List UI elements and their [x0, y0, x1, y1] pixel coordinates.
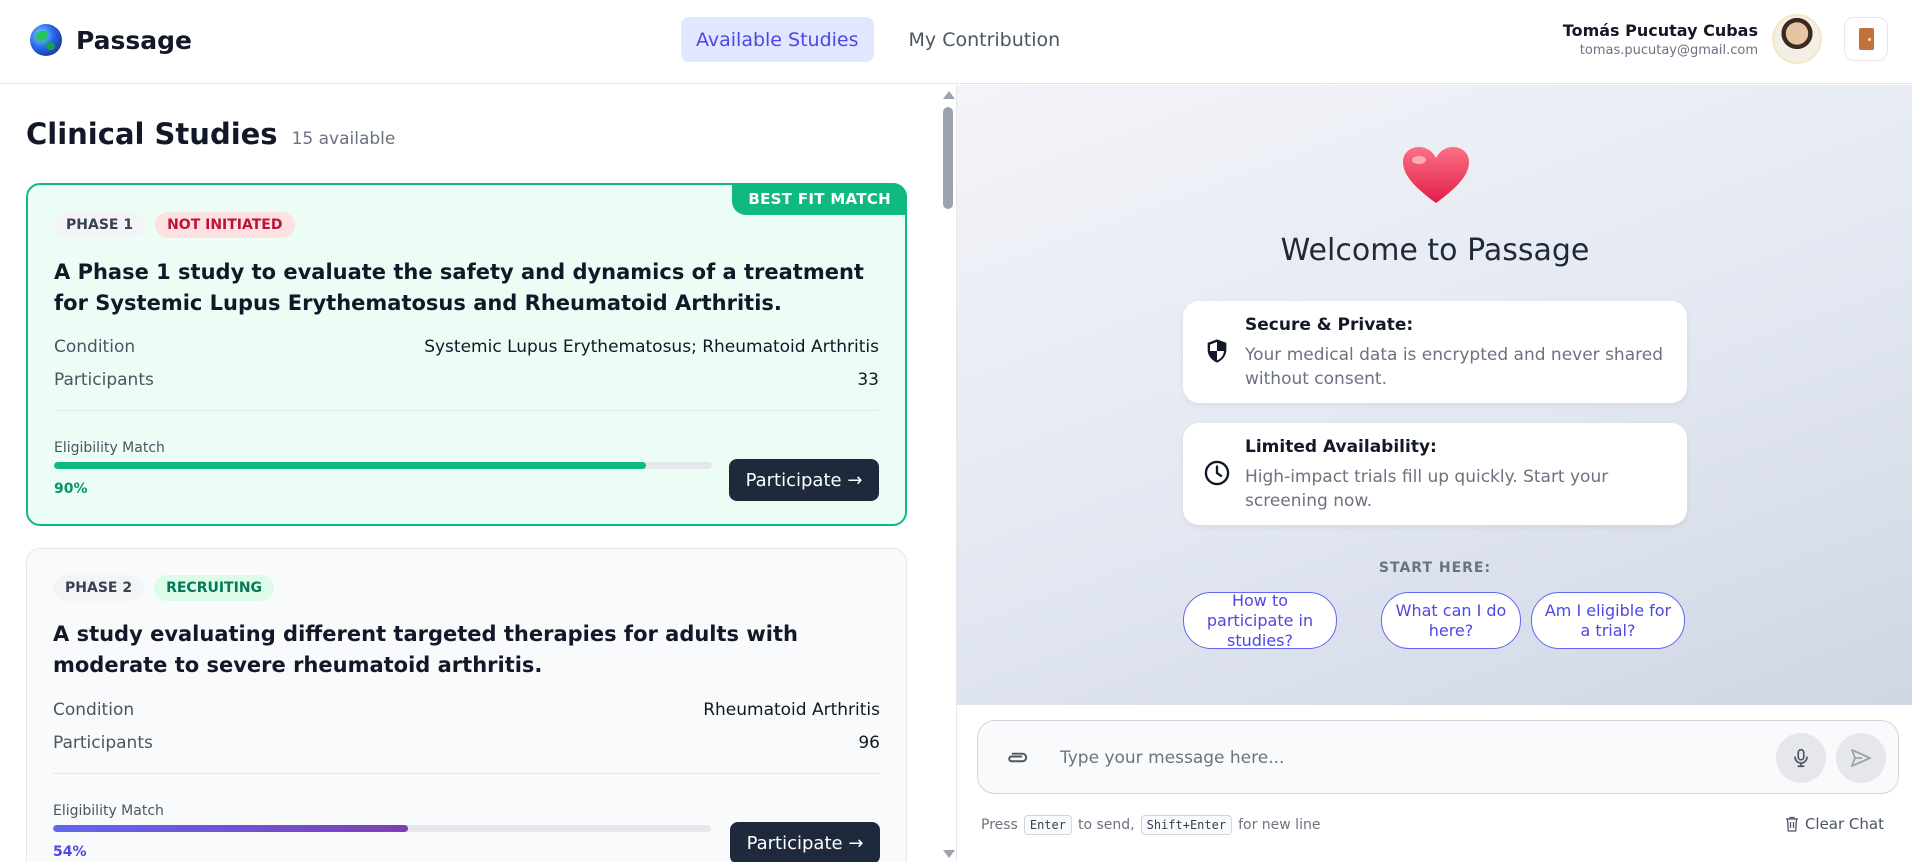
- heart-icon: [1403, 147, 1469, 203]
- eligibility-bar-fill: [53, 825, 409, 832]
- scroll-down-arrow[interactable]: [943, 850, 955, 858]
- status-badge: RECRUITING: [154, 575, 275, 601]
- page-title: Clinical Studies: [26, 117, 278, 151]
- globe-icon: [30, 24, 62, 56]
- eligibility-bar-fill: [54, 462, 647, 469]
- door-icon: [1858, 28, 1874, 50]
- condition-value: Systemic Lupus Erythematosus; Rheumatoid…: [424, 337, 879, 357]
- clear-chat-label: Clear Chat: [1804, 815, 1884, 833]
- participants-row: Participants 96: [53, 733, 880, 753]
- send-button[interactable]: [1836, 733, 1886, 783]
- participants-label: Participants: [54, 370, 154, 390]
- user-name: Tomás Pucutay Cubas: [1562, 20, 1758, 40]
- condition-label: Condition: [53, 700, 135, 720]
- hint-new-line: for new line: [1238, 817, 1321, 833]
- enter-key: Enter: [1023, 815, 1072, 835]
- card-divider: [53, 773, 880, 774]
- best-fit-ribbon: BEST FIT MATCH: [732, 183, 907, 215]
- welcome-title: Welcome to Passage: [1280, 233, 1590, 268]
- suggestion-chip-what-can-i-do[interactable]: What can I do here?: [1381, 592, 1521, 649]
- user-info: Tomás Pucutay Cubas tomas.pucutay@gmail.…: [1563, 21, 1758, 58]
- app-name: Passage: [76, 25, 193, 55]
- study-title: A study evaluating different targeted th…: [53, 622, 798, 677]
- avatar[interactable]: [1772, 14, 1822, 64]
- eligibility-bar: [53, 825, 711, 832]
- participants-label: Participants: [53, 733, 153, 753]
- eligibility-percent: 54%: [53, 844, 87, 860]
- app-logo[interactable]: Passage: [30, 24, 192, 56]
- info-card-secure: Secure & Private: Your medical data is e…: [1183, 301, 1687, 403]
- study-title: A Phase 1 study to evaluate the safety a…: [54, 260, 864, 315]
- microphone-button[interactable]: [1776, 733, 1826, 783]
- suggestion-chip-eligible[interactable]: Am I eligible for a trial?: [1531, 592, 1685, 649]
- trash-icon: [1785, 816, 1798, 832]
- condition-row: Condition Systemic Lupus Erythematosus; …: [54, 337, 879, 357]
- scroll-up-arrow[interactable]: [943, 91, 955, 99]
- participants-row: Participants 33: [54, 370, 879, 390]
- condition-row: Condition Rheumatoid Arthritis: [53, 700, 880, 720]
- eligibility-label: Eligibility Match: [53, 803, 164, 819]
- chat-panel: Welcome to Passage Secure & Private: You…: [956, 85, 1912, 862]
- studies-count: 15 available: [291, 129, 396, 149]
- scroll-thumb[interactable]: [943, 107, 953, 209]
- tab-available-studies[interactable]: Available Studies: [681, 17, 874, 62]
- info-title: Limited Availability:: [1245, 437, 1437, 457]
- paperclip-icon[interactable]: [1004, 745, 1030, 771]
- participate-button[interactable]: Participate →: [729, 459, 879, 501]
- start-here-label: START HERE:: [1378, 560, 1492, 576]
- phase-badge: PHASE 2: [53, 575, 145, 601]
- suggestion-chip-participate[interactable]: How to participate in studies?: [1183, 591, 1337, 650]
- top-header: Passage Available Studies My Contributio…: [0, 0, 1912, 84]
- study-card[interactable]: PHASE 2 RECRUITING A study evaluating di…: [26, 548, 907, 862]
- studies-header: Clinical Studies 15 available: [26, 117, 395, 151]
- keyboard-hint: Press Enter to send, Shift+Enter for new…: [981, 815, 1320, 835]
- status-badge: NOT INITIATED: [155, 212, 295, 238]
- study-badges: PHASE 1 NOT INITIATED: [54, 212, 295, 238]
- info-text: Your medical data is encrypted and never…: [1245, 345, 1663, 389]
- eligibility-label: Eligibility Match: [54, 440, 165, 456]
- studies-scrollbar[interactable]: [940, 85, 956, 862]
- user-email: tomas.pucutay@gmail.com: [1579, 42, 1758, 58]
- shift-enter-key: Shift+Enter: [1140, 815, 1233, 835]
- user-menu: Tomás Pucutay Cubas tomas.pucutay@gmail.…: [1563, 14, 1888, 64]
- main-nav: Available Studies My Contribution: [681, 17, 1075, 62]
- chat-messages-area: Welcome to Passage Secure & Private: You…: [957, 85, 1912, 705]
- message-composer: [977, 720, 1899, 794]
- tab-my-contribution[interactable]: My Contribution: [894, 17, 1076, 62]
- shield-icon: [1207, 339, 1227, 363]
- phase-badge: PHASE 1: [54, 212, 146, 238]
- message-input[interactable]: [1060, 739, 1750, 777]
- clear-chat-button[interactable]: Clear Chat: [1785, 815, 1884, 833]
- condition-label: Condition: [54, 337, 136, 357]
- participate-button[interactable]: Participate →: [730, 822, 880, 862]
- hint-to-send: to send,: [1077, 817, 1135, 833]
- hint-press: Press: [981, 817, 1018, 833]
- condition-value: Rheumatoid Arthritis: [703, 700, 880, 720]
- clock-icon: [1204, 460, 1230, 486]
- eligibility-percent: 90%: [54, 481, 88, 497]
- study-card[interactable]: BEST FIT MATCH PHASE 1 NOT INITIATED A P…: [26, 183, 907, 526]
- info-card-availability: Limited Availability: High-impact trials…: [1183, 423, 1687, 525]
- participants-value: 33: [857, 370, 879, 390]
- study-badges: PHASE 2 RECRUITING: [53, 575, 275, 601]
- send-icon: [1851, 749, 1871, 767]
- info-title: Secure & Private:: [1245, 315, 1414, 335]
- info-text: High-impact trials fill up quickly. Star…: [1245, 467, 1609, 511]
- eligibility-bar: [54, 462, 712, 469]
- studies-panel: Clinical Studies 15 available BEST FIT M…: [0, 85, 956, 862]
- logout-button[interactable]: [1844, 17, 1888, 61]
- card-divider: [54, 410, 879, 411]
- participants-value: 96: [858, 733, 880, 753]
- microphone-icon: [1794, 748, 1808, 768]
